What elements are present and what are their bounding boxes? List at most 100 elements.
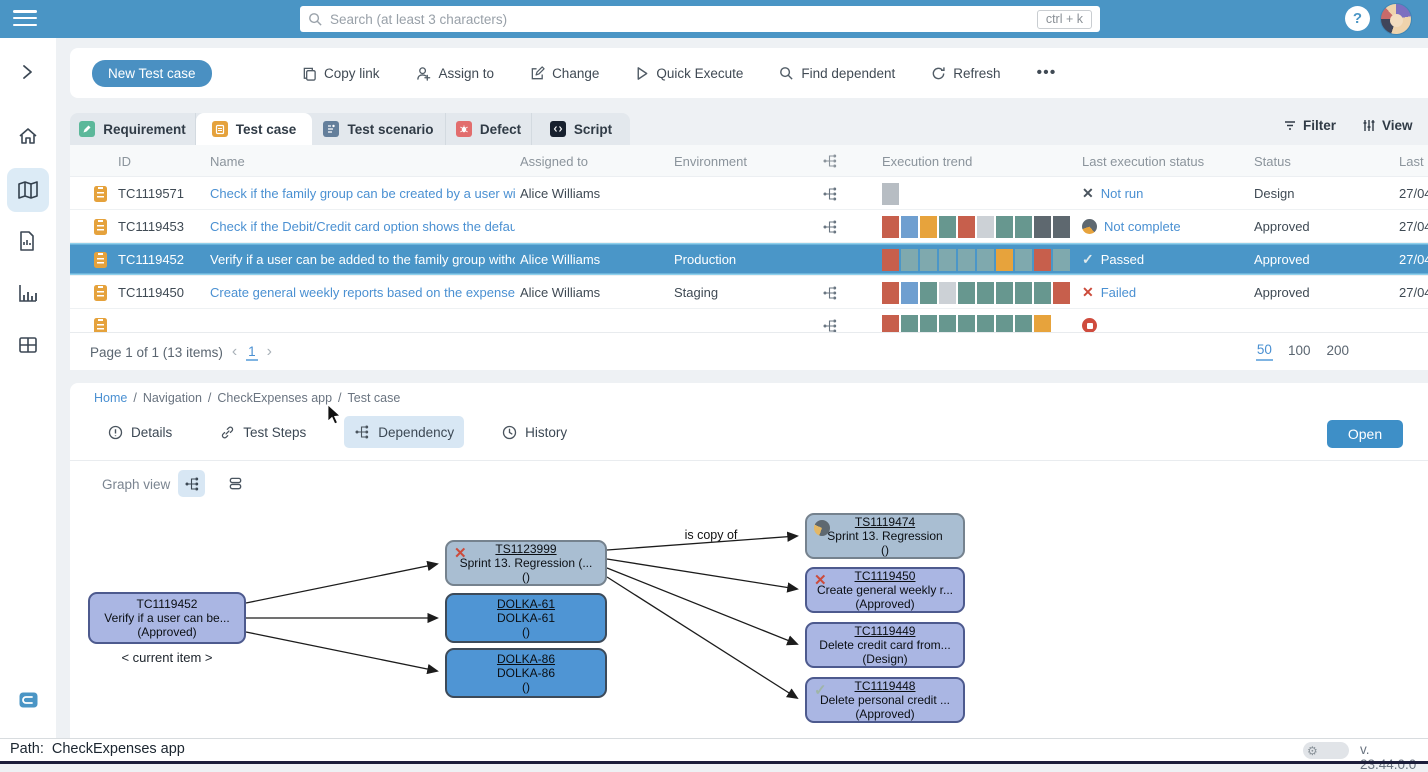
row-environment: Staging xyxy=(674,276,809,309)
node-id-link[interactable]: TC1119450 xyxy=(855,569,916,583)
col-assigned-to[interactable]: Assigned to xyxy=(520,145,665,177)
row-environment: Production xyxy=(674,243,809,276)
tab-test-scenario[interactable]: Test scenario xyxy=(312,113,446,145)
last-execution-link[interactable]: Failed xyxy=(1101,285,1136,300)
filter-button[interactable]: Filter xyxy=(1283,118,1336,133)
home-icon[interactable] xyxy=(17,126,39,148)
graph-node[interactable]: TC1119449 Delete credit card from... (De… xyxy=(805,622,965,668)
tab-label: Requirement xyxy=(103,122,186,137)
col-status[interactable]: Status xyxy=(1254,145,1389,177)
info-circle-icon xyxy=(108,425,123,440)
grid-table-icon[interactable] xyxy=(17,334,39,356)
new-test-case-button[interactable]: New Test case xyxy=(92,60,212,87)
row-dependency-icon[interactable] xyxy=(822,177,848,210)
page-size-100[interactable]: 100 xyxy=(1287,341,1312,360)
help-button[interactable]: ? xyxy=(1345,6,1370,31)
user-avatar[interactable] xyxy=(1380,3,1412,35)
row-dependency-icon[interactable] xyxy=(822,276,848,309)
row-name-link[interactable]: Check if the family group can be created… xyxy=(210,177,515,210)
path-label: Path: xyxy=(10,741,44,757)
map-navigation-icon[interactable] xyxy=(17,179,39,201)
node-id-link[interactable]: TS1123999 xyxy=(495,542,556,556)
graph-node[interactable]: ✓ TC1119448 Delete personal credit ... (… xyxy=(805,677,965,723)
row-name-link[interactable]: Check if the Debit/Credit card option sh… xyxy=(210,210,515,243)
col-dependency[interactable] xyxy=(822,145,848,177)
row-dependency-icon[interactable] xyxy=(822,309,848,332)
row-name-link[interactable]: Verify if a user can be added to the fam… xyxy=(210,243,515,276)
more-actions-button[interactable]: ••• xyxy=(1037,64,1057,82)
play-icon xyxy=(635,66,649,81)
view-button[interactable]: View xyxy=(1362,118,1413,133)
breadcrumb-item[interactable]: Test case xyxy=(348,391,401,405)
graph-node[interactable]: DOLKA-61 DOLKA-61 () xyxy=(445,593,607,643)
col-last-modified[interactable]: Last mo xyxy=(1399,145,1428,177)
copy-link-button[interactable]: Copy link xyxy=(302,66,380,81)
open-button[interactable]: Open xyxy=(1327,420,1403,448)
table-row[interactable]: TC1119453 Check if the Debit/Credit card… xyxy=(70,210,1428,243)
action-label: Change xyxy=(552,66,599,81)
col-environment[interactable]: Environment xyxy=(674,145,809,177)
node-id-link[interactable]: TC1119448 xyxy=(855,679,916,693)
graph-node[interactable]: ✕ TS1123999 Sprint 13. Regression (... (… xyxy=(445,540,607,586)
status-bar: Path: CheckExpenses app ⚙ v. 23.44.0.0 xyxy=(0,738,1428,764)
node-id-link[interactable]: TS1119474 xyxy=(855,515,915,529)
tab-test-steps[interactable]: Test Steps xyxy=(210,417,316,448)
tab-requirement[interactable]: Requirement xyxy=(70,113,196,145)
graph-view-toggle[interactable] xyxy=(178,470,205,497)
node-status: () xyxy=(522,680,530,694)
breadcrumb-home[interactable]: Home xyxy=(94,391,127,405)
breadcrumb-item[interactable]: CheckExpenses app xyxy=(217,391,332,405)
row-dependency-icon[interactable] xyxy=(822,210,848,243)
bar-chart-icon[interactable] xyxy=(17,282,39,304)
node-id-link[interactable]: DOLKA-86 xyxy=(497,652,555,666)
table-row[interactable] xyxy=(70,309,1428,332)
report-document-icon[interactable] xyxy=(17,230,37,252)
col-last-execution-status[interactable]: Last execution status xyxy=(1082,145,1250,177)
table-row[interactable]: TC1119450 Create general weekly reports … xyxy=(70,276,1428,309)
list-view-toggle[interactable] xyxy=(222,470,249,497)
graph-node[interactable]: DOLKA-86 DOLKA-86 () xyxy=(445,648,607,698)
tab-defect[interactable]: Defect xyxy=(446,113,532,145)
page-size-50[interactable]: 50 xyxy=(1256,340,1273,361)
find-dependent-button[interactable]: Find dependent xyxy=(779,66,895,81)
action-label: Copy link xyxy=(324,66,380,81)
tab-dependency[interactable]: Dependency xyxy=(344,416,464,448)
refresh-button[interactable]: Refresh xyxy=(931,66,1000,81)
node-id-link[interactable]: TC1119449 xyxy=(855,624,916,638)
col-execution-trend[interactable]: Execution trend xyxy=(882,145,1078,177)
search-input[interactable] xyxy=(330,12,1037,27)
node-id-link[interactable]: DOLKA-61 xyxy=(497,597,555,611)
settings-toggle[interactable]: ⚙ xyxy=(1303,742,1349,759)
last-execution-link[interactable]: Not complete xyxy=(1104,219,1181,234)
last-execution-link[interactable]: Not run xyxy=(1101,186,1144,201)
execution-trend-bar xyxy=(882,276,1078,309)
expand-chevron-icon[interactable] xyxy=(17,62,37,82)
graph-node[interactable]: ✕ TC1119450 Create general weekly r... (… xyxy=(805,567,965,613)
graph-node[interactable]: TS1119474 Sprint 13. Regression () xyxy=(805,513,965,559)
change-button[interactable]: Change xyxy=(530,66,599,81)
last-execution-link[interactable]: Passed xyxy=(1101,252,1144,267)
assign-to-button[interactable]: Assign to xyxy=(416,66,495,81)
breadcrumb-item[interactable]: Navigation xyxy=(143,391,202,405)
breadcrumb-separator: / xyxy=(133,391,136,405)
graph-node-current[interactable]: TC1119452 Verify if a user can be... (Ap… xyxy=(88,592,246,644)
main-content: New Test case Copy link Assign to Change… xyxy=(56,38,1428,738)
col-id[interactable]: ID xyxy=(118,145,206,177)
tab-history[interactable]: History xyxy=(492,417,577,448)
hamburger-menu-icon[interactable] xyxy=(13,10,37,28)
page-size-200[interactable]: 200 xyxy=(1325,341,1350,360)
prev-page-button[interactable]: ‹ xyxy=(232,343,237,361)
test-case-icon xyxy=(212,121,228,137)
col-name[interactable]: Name xyxy=(210,145,515,177)
table-row[interactable]: TC1119571 Check if the family group can … xyxy=(70,177,1428,210)
next-page-button[interactable]: › xyxy=(267,343,272,361)
page-number[interactable]: 1 xyxy=(246,344,258,361)
table-row-selected[interactable]: TC1119452 Verify if a user can be added … xyxy=(70,243,1428,276)
tab-script[interactable]: Script xyxy=(532,113,630,145)
aqua-logo[interactable] xyxy=(19,692,38,708)
row-name-link[interactable]: Create general weekly reports based on t… xyxy=(210,276,515,309)
tab-test-case[interactable]: Test case xyxy=(196,113,312,145)
row-name-link[interactable] xyxy=(210,309,515,332)
tab-details[interactable]: Details xyxy=(98,417,182,448)
quick-execute-button[interactable]: Quick Execute xyxy=(635,66,743,81)
